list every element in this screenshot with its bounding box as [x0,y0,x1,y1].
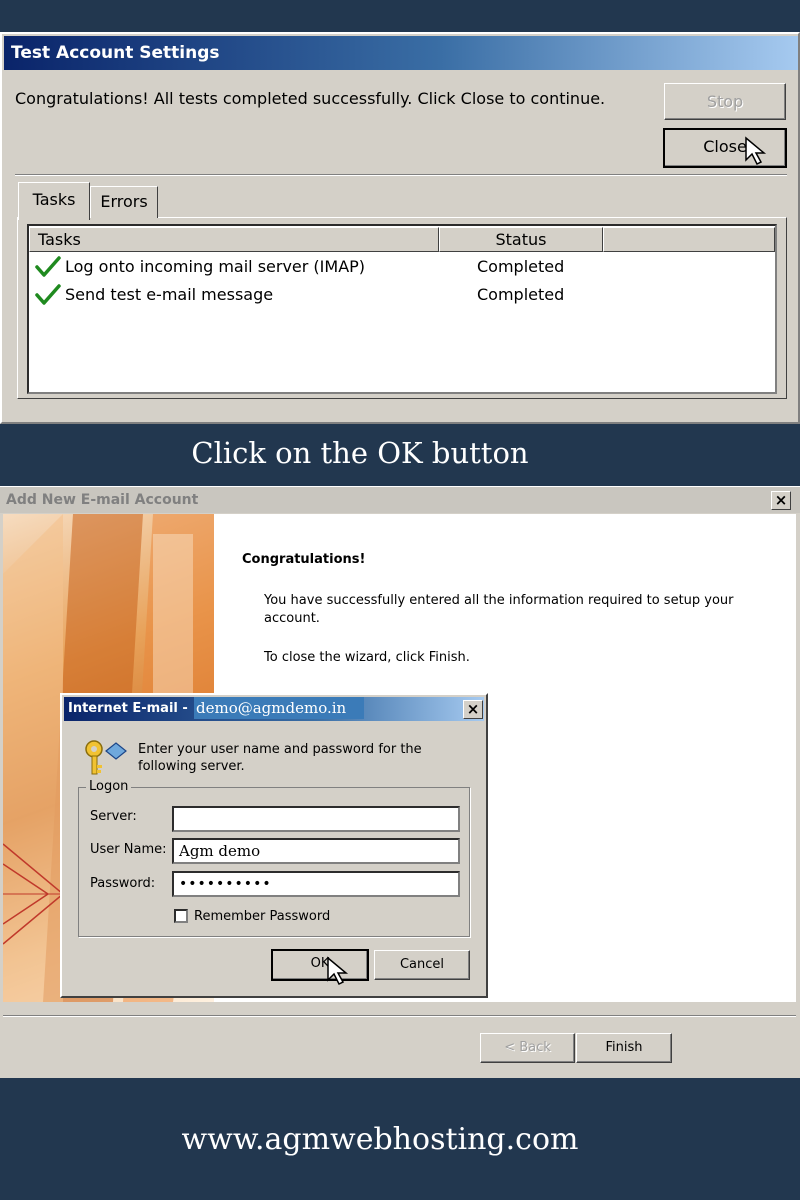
wizard-heading: Congratulations! [242,552,366,567]
close-icon[interactable]: × [771,491,791,510]
instruction-caption: Click on the OK button [191,436,529,470]
username-input[interactable]: Agm demo [172,838,460,864]
internet-email-login-dialog: Internet E-mail - demo@agmdemo.in × Ente… [60,693,488,998]
keys-icon [85,740,127,775]
username-label: User Name: [90,842,167,857]
password-label: Password: [90,876,156,891]
server-label: Server: [90,809,137,824]
wizard-instruction: To close the wizard, click Finish. [264,650,470,665]
dialog-title: Internet E-mail - demo@agmdemo.in [64,697,484,721]
ok-button[interactable]: OK [271,949,369,981]
remember-password-label[interactable]: Remember Password [194,909,330,924]
column-header-tasks[interactable]: Tasks [29,227,439,252]
tab-tasks[interactable]: Tasks [18,182,90,220]
test-account-settings-dialog: Test Account Settings Congratulations! A… [0,32,800,424]
success-message: Congratulations! All tests completed suc… [15,89,606,108]
cancel-button[interactable]: Cancel [374,950,470,980]
back-button[interactable]: < Back [480,1033,575,1063]
task-list: Tasks Status Log onto incoming mail serv… [27,224,777,394]
task-name: Log onto incoming mail server (IMAP) [65,257,366,276]
column-header-status[interactable]: Status [439,227,603,252]
tab-errors[interactable]: Errors [90,186,158,218]
logon-group-label: Logon [86,779,132,794]
check-icon [35,256,61,277]
footer-url[interactable]: www.agmwebhosting.com [0,1122,760,1157]
window-title: Add New E-mail Account [0,487,800,513]
close-icon[interactable]: × [463,700,483,719]
table-row[interactable]: Log onto incoming mail server (IMAP) Com… [35,254,735,280]
task-status: Completed [477,285,565,304]
check-icon [35,284,61,305]
finish-button[interactable]: Finish [576,1033,672,1063]
login-prompt: Enter your user name and password for th… [138,742,422,774]
wizard-message: You have successfully entered all the in… [264,593,734,626]
stop-button[interactable]: Stop [664,83,786,120]
dialog-title: Test Account Settings [4,36,798,70]
task-name: Send test e-mail message [65,285,274,304]
dialog-title-text: Internet E-mail - [68,701,188,716]
column-header-empty [603,227,775,252]
table-row[interactable]: Send test e-mail message Completed [35,282,735,308]
mouse-pointer-icon [327,956,349,986]
password-input[interactable]: •••••••••• [172,871,460,897]
server-input[interactable] [172,806,460,832]
remember-password-checkbox[interactable] [174,909,188,923]
mouse-pointer-icon [745,136,767,166]
account-name: demo@agmdemo.in [194,697,364,719]
task-status: Completed [477,257,565,276]
divider [3,1015,796,1017]
divider [15,174,787,176]
